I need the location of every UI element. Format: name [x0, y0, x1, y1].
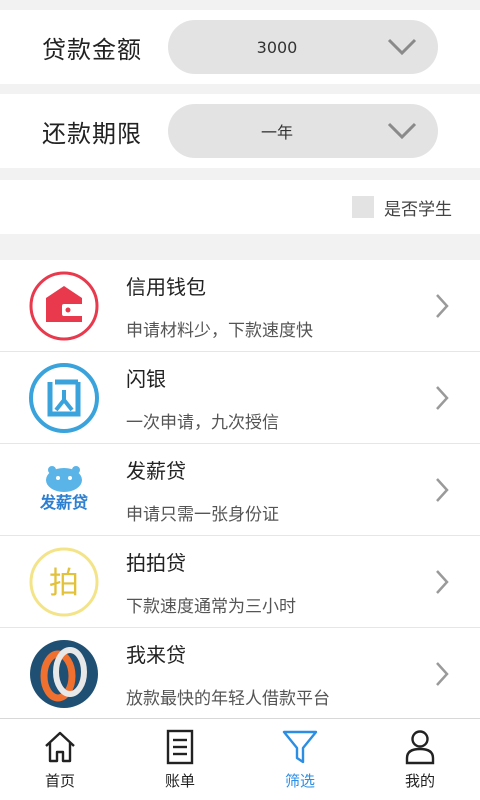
loan-desc: 一次申请，九次授信: [126, 412, 279, 433]
loan-amount-row: 贷款金额 3000: [0, 10, 480, 84]
chevron-right-icon: [422, 568, 462, 596]
chevron-right-icon: [422, 292, 462, 320]
tab-home[interactable]: 首页: [0, 719, 120, 800]
loan-desc: 申请材料少，下款速度快: [126, 320, 313, 341]
loan-item-faxindai[interactable]: 发薪贷 发薪贷 申请只需一张身份证: [0, 444, 480, 536]
tab-mine[interactable]: 我的: [360, 719, 480, 800]
paipaidai-logo: 拍: [28, 546, 100, 618]
top-spacer: [0, 0, 480, 10]
chevron-down-icon: [366, 104, 438, 158]
loan-name: 信用钱包: [126, 274, 206, 299]
tab-label: 我的: [404, 772, 435, 790]
loan-name: 发薪贷: [126, 458, 186, 483]
tab-label: 筛选: [284, 772, 315, 790]
user-icon: [405, 730, 435, 765]
loan-term-label: 还款期限: [42, 119, 142, 148]
student-checkbox[interactable]: [352, 196, 374, 218]
loan-item-paipaidai[interactable]: 拍 拍拍贷 下款速度通常为三小时: [0, 536, 480, 628]
tab-label: 账单: [164, 772, 195, 790]
bottom-tab-bar: 首页 账单 筛选 我的: [0, 718, 480, 800]
loan-term-select[interactable]: 一年: [168, 104, 438, 158]
loan-desc: 申请只需一张身份证: [126, 504, 279, 525]
loan-amount-select[interactable]: 3000: [168, 20, 438, 74]
tab-label: 首页: [44, 772, 75, 790]
wolaidai-logo: [28, 638, 100, 710]
chevron-right-icon: [422, 476, 462, 504]
section-gap: [0, 84, 480, 94]
loan-name: 闪银: [126, 366, 166, 391]
loan-name: 拍拍贷: [126, 550, 186, 575]
loan-desc: 放款最快的年轻人借款平台: [126, 688, 330, 709]
loan-list: 信用钱包 申请材料少，下款速度快 闪银 一次申请，九次授信 发薪贷 发薪贷 申请…: [0, 260, 480, 720]
tab-filter[interactable]: 筛选: [240, 719, 360, 800]
loan-item-wolaidai[interactable]: 我来贷 放款最快的年轻人借款平台: [0, 628, 480, 720]
section-gap: [0, 234, 480, 260]
paipaidai-logo-text: 拍: [49, 566, 79, 601]
tab-bill[interactable]: 账单: [120, 719, 240, 800]
home-icon: [45, 731, 75, 763]
chevron-right-icon: [422, 384, 462, 412]
loan-term-row: 还款期限 一年: [0, 94, 480, 168]
filter-icon: [282, 730, 318, 764]
bill-icon: [166, 729, 194, 765]
loan-term-value: 一年: [260, 123, 293, 142]
section-gap: [0, 168, 480, 180]
shanyin-logo: [28, 362, 100, 434]
loan-desc: 下款速度通常为三小时: [126, 596, 296, 617]
loan-name: 我来贷: [126, 642, 186, 667]
loan-amount-value: 3000: [256, 37, 298, 57]
student-row: 是否学生: [0, 180, 480, 234]
chevron-right-icon: [422, 660, 462, 688]
chevron-down-icon: [366, 20, 438, 74]
loan-item-shanyin[interactable]: 闪银 一次申请，九次授信: [0, 352, 480, 444]
student-label: 是否学生: [384, 199, 452, 220]
faxindai-logo: 发薪贷: [28, 454, 100, 526]
loan-amount-label: 贷款金额: [42, 35, 142, 64]
loan-item-xinyongqianbao[interactable]: 信用钱包 申请材料少，下款速度快: [0, 260, 480, 352]
wallet-logo: [28, 270, 100, 342]
faxindai-logo-text: 发薪贷: [39, 493, 88, 512]
